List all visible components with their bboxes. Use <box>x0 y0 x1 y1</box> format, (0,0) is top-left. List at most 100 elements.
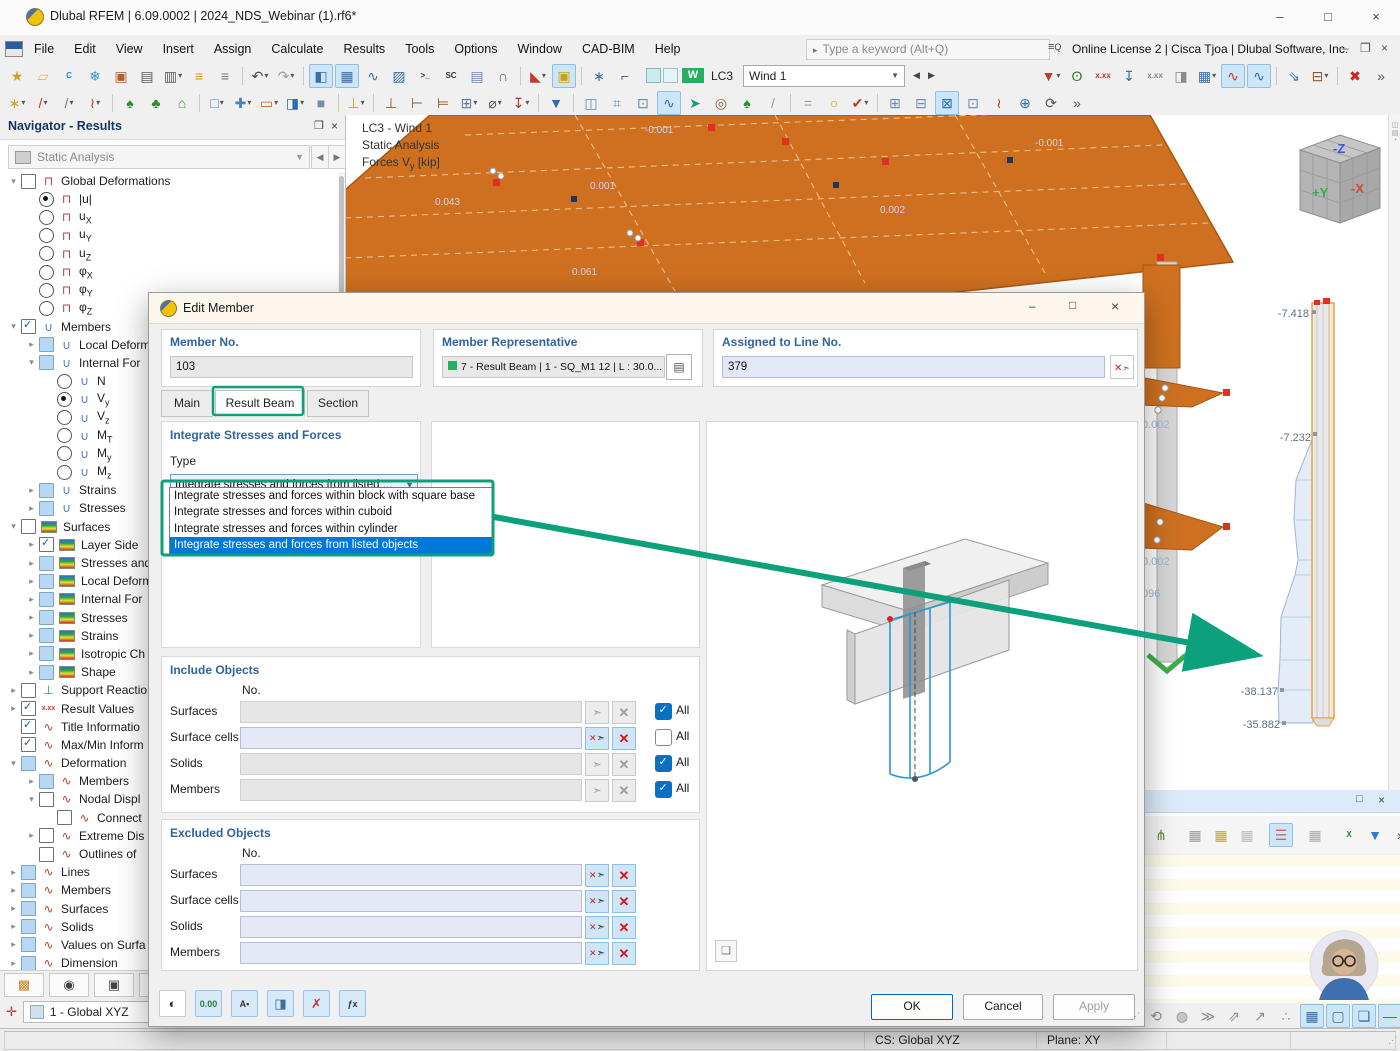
section-reduction-icon[interactable]: ⌀▾ <box>483 91 507 115</box>
apply-button[interactable]: Apply <box>1053 994 1135 1020</box>
minimize-button[interactable]: – <box>1258 4 1302 30</box>
tree-expander-icon[interactable]: ▾ <box>6 176 21 187</box>
tree-expander-icon[interactable]: ▸ <box>24 612 39 623</box>
tree-checkbox[interactable] <box>21 519 36 534</box>
tree-radio[interactable] <box>57 465 72 480</box>
units-settings-icon[interactable]: 0.00 <box>195 990 222 1017</box>
dropdown-option[interactable]: Integrate stresses and forces within cyl… <box>170 521 492 537</box>
all-checkbox[interactable] <box>655 781 672 798</box>
integrate-type-dropdown-list[interactable]: Integrate stresses and forces within blo… <box>169 487 493 556</box>
frame-view-icon[interactable]: ⌗ <box>605 91 629 115</box>
all-checkbox[interactable] <box>655 755 672 772</box>
tree-checkbox[interactable] <box>39 501 54 516</box>
member-hinge-icon[interactable]: ⊢ <box>405 91 429 115</box>
circle-select-icon[interactable]: ◎ <box>709 91 733 115</box>
loadcase-next-button[interactable]: ▶ <box>928 70 935 81</box>
close-panel-icon[interactable]: × <box>331 119 338 133</box>
views-tab-icon[interactable]: ▣ <box>94 973 134 997</box>
tree-checkbox[interactable] <box>21 737 36 752</box>
rigid-link-icon[interactable]: ⊞▾ <box>457 91 481 115</box>
tree-radio[interactable] <box>39 246 54 261</box>
building-column[interactable] <box>1140 262 1230 671</box>
scripts-icon[interactable]: SC <box>439 64 463 88</box>
dialog-title-bar[interactable]: Edit Member – □ × <box>149 293 1144 324</box>
work-plane-icon[interactable]: ◫ <box>579 91 603 115</box>
filter-results-icon[interactable]: ▼▾ <box>1039 64 1063 88</box>
tree-expander-icon[interactable]: ▾ <box>24 357 39 368</box>
clip-sphere-icon[interactable]: ◍ <box>1170 1004 1194 1028</box>
maximize-button[interactable]: □ <box>1306 4 1350 30</box>
tree-radio[interactable] <box>39 265 54 280</box>
pick-objects-icon[interactable]: ✕➣ <box>585 942 609 965</box>
tree-item[interactable]: ⊓|u| <box>0 190 338 208</box>
tree-item[interactable]: ▾⊓Global Deformations <box>0 172 338 190</box>
node-icon[interactable]: ∗▾ <box>5 91 29 115</box>
more-toolbar-icon[interactable]: » <box>1369 64 1393 88</box>
chart-bars-icon[interactable]: ☰ <box>1269 823 1293 847</box>
open-file-icon[interactable]: ▱ <box>31 64 55 88</box>
filter-icon[interactable]: ▼ <box>1363 823 1387 847</box>
section-icon[interactable]: ♣ <box>144 91 168 115</box>
menu-item-help[interactable]: Help <box>645 38 691 60</box>
insert-member-icon[interactable]: ⌐ <box>613 64 637 88</box>
result-values-icon[interactable]: x.xx <box>1091 64 1115 88</box>
result-beam-column[interactable] <box>1278 298 1334 726</box>
dialog-close-icon[interactable]: × <box>1111 298 1119 314</box>
redo-icon[interactable]: ↷▾ <box>274 64 298 88</box>
print-icon[interactable]: ▥▾ <box>161 64 185 88</box>
object-numbers-field[interactable] <box>240 942 582 964</box>
diagonal-icon[interactable]: / <box>761 91 785 115</box>
menu-item-tools[interactable]: Tools <box>395 38 444 60</box>
object-numbers-field[interactable] <box>240 916 582 938</box>
fe-mesh-icon[interactable]: ⊠ <box>935 91 959 115</box>
table-inactive-icon[interactable]: ▦ <box>1235 823 1259 847</box>
surface-icon[interactable]: □▾ <box>205 91 229 115</box>
select-line-pick-icon[interactable]: ✕➣ <box>1110 355 1134 379</box>
dialog-minimize-icon[interactable]: – <box>1029 299 1036 313</box>
solid-results-icon[interactable]: ◨ <box>1169 64 1193 88</box>
result-table-icon[interactable]: ▦▾ <box>1195 64 1219 88</box>
tree-expander-icon[interactable]: ▸ <box>6 939 21 950</box>
menu-item-assign[interactable]: Assign <box>204 38 262 60</box>
dropdown-option[interactable]: Integrate stresses and forces within blo… <box>170 488 492 504</box>
tree-expander-icon[interactable]: ▾ <box>6 321 21 332</box>
clear-objects-icon[interactable]: ✕ <box>612 779 636 802</box>
delete-assignment-icon[interactable]: ✗ <box>303 990 330 1017</box>
tree-radio[interactable] <box>57 374 72 389</box>
pick-objects-icon[interactable]: ✕➣ <box>585 890 609 913</box>
next-result-button[interactable]: ▶ <box>328 145 346 169</box>
tree-checkbox[interactable] <box>21 174 36 189</box>
tree-checkbox[interactable] <box>39 774 54 789</box>
dlubal-cloud-icon[interactable]: C <box>57 64 81 88</box>
more-toolbar2-icon[interactable]: » <box>1065 91 1089 115</box>
tree-expander-icon[interactable]: ▾ <box>6 521 21 532</box>
stop-calculation-icon[interactable]: ✖ <box>1343 64 1367 88</box>
line-hinge-icon[interactable]: ⊨ <box>431 91 455 115</box>
menu-item-insert[interactable]: Insert <box>153 38 204 60</box>
tree-expander-icon[interactable]: ▸ <box>24 667 39 678</box>
pick-objects-icon[interactable]: ✕➣ <box>585 727 609 750</box>
dropdown-option[interactable]: Integrate stresses and forces within cub… <box>170 504 492 520</box>
numbering-icon[interactable]: A▪ <box>231 990 258 1017</box>
panel-colors-icon[interactable]: ▨ <box>387 64 411 88</box>
report-list-icon[interactable]: ▤ <box>465 64 489 88</box>
animate-results-icon[interactable]: ʘ <box>1065 64 1089 88</box>
prev-result-button[interactable]: ◀ <box>311 145 329 169</box>
tree-checkbox[interactable] <box>39 574 54 589</box>
tree-checkbox[interactable] <box>21 701 36 716</box>
tree-checkbox[interactable] <box>39 665 54 680</box>
tree-expander-icon[interactable]: ▾ <box>24 794 39 805</box>
diagram-filled-icon[interactable]: ∿ <box>1221 64 1245 88</box>
loadcase-prev-button[interactable]: ◀ <box>913 70 920 81</box>
tree-expander-icon[interactable]: ▾ <box>6 758 21 769</box>
tab-section[interactable]: Section <box>307 390 369 417</box>
tree-expander-icon[interactable]: ▸ <box>6 903 21 914</box>
tree-checkbox[interactable] <box>21 319 36 334</box>
member-representative-field[interactable]: 7 - Result Beam | 1 - SQ_M1 12 | L : 30.… <box>442 356 665 378</box>
object-numbers-field[interactable] <box>240 701 582 723</box>
tree-checkbox[interactable] <box>39 355 54 370</box>
object-numbers-field[interactable] <box>240 864 582 886</box>
skip-forward-icon[interactable]: ≫ <box>1196 1004 1220 1028</box>
search-icon[interactable]: ≡Q <box>1048 41 1061 53</box>
member-load-icon[interactable]: ↧▾ <box>509 91 533 115</box>
